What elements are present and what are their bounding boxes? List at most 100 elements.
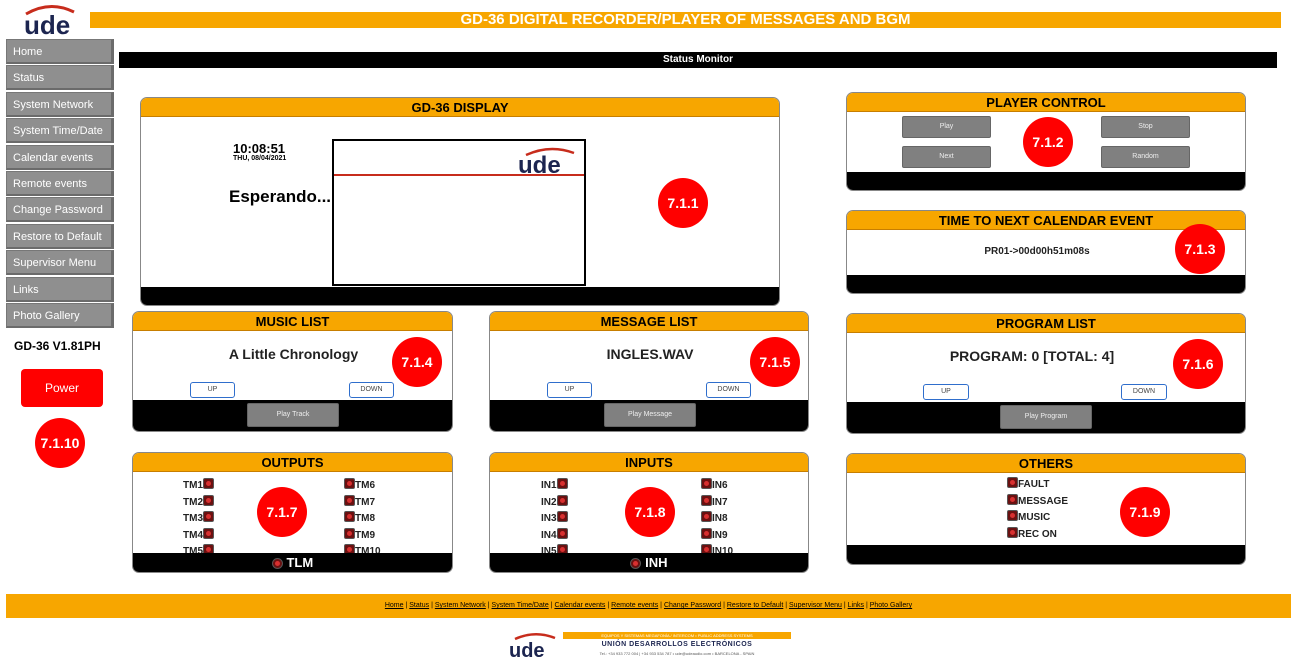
callout-badge-power: 7.1.10: [35, 418, 85, 468]
music-down-button[interactable]: DOWN: [349, 382, 394, 398]
screen-ude-logo: ude: [518, 147, 575, 175]
footer-company-name: UNIÓN DESARROLLOS ELECTRÓNICOS: [601, 641, 753, 648]
random-button[interactable]: Random: [1101, 146, 1190, 168]
indicator-label: IN1: [541, 480, 557, 491]
output-tm4: TM4: [183, 525, 214, 543]
sidebar-item-system-time-date[interactable]: System Time/Date: [6, 118, 114, 144]
status-led-icon: [701, 494, 712, 506]
sidebar-item-photo-gallery[interactable]: Photo Gallery: [6, 302, 114, 328]
outputs-footer: TLM: [133, 553, 452, 572]
input-in4: IN4: [541, 525, 568, 543]
output-tm7: TM7: [344, 492, 375, 510]
other-music: MUSIC: [1007, 507, 1050, 525]
callout-badge-others: 7.1.9: [1120, 487, 1170, 537]
status-monitor-bar: Status Monitor: [119, 52, 1277, 68]
callout-badge-program: 7.1.6: [1173, 339, 1223, 389]
sidebar-item-links[interactable]: Links: [6, 276, 114, 302]
indicator-label: IN3: [541, 513, 557, 524]
callout-badge-next-event: 7.1.3: [1175, 224, 1225, 274]
music-up-button[interactable]: UP: [190, 382, 235, 398]
footer-link-remote-events[interactable]: Remote events: [611, 602, 658, 609]
firmware-version: GD-36 V1.81PH: [14, 339, 101, 353]
play-program-button[interactable]: Play Program: [1000, 405, 1092, 429]
status-led-icon: [556, 511, 568, 523]
footer-company-contact: Tel.: +34 933 772 004 | +34 933 534 787 …: [599, 651, 755, 656]
indicator-label: IN6: [712, 480, 728, 491]
input-in9: IN9: [701, 525, 728, 543]
play-message-button[interactable]: Play Message: [604, 403, 696, 427]
indicator-label: FAULT: [1018, 479, 1050, 490]
others-title: OTHERS: [847, 454, 1245, 473]
ude-logo: ude: [24, 5, 75, 38]
status-led-icon: [1007, 526, 1018, 538]
play-button[interactable]: Play: [902, 116, 991, 138]
sidebar-item-restore-default[interactable]: Restore to Default: [6, 223, 114, 249]
program-down-button[interactable]: DOWN: [1121, 384, 1167, 400]
svg-text:ude: ude: [24, 10, 70, 38]
status-led-icon: [203, 511, 214, 523]
sidebar-item-system-network[interactable]: System Network: [6, 91, 114, 117]
status-led-icon: [1007, 477, 1018, 489]
footer-link-links[interactable]: Links: [848, 602, 864, 609]
music-list-title: MUSIC LIST: [133, 312, 452, 331]
program-up-button[interactable]: UP: [923, 384, 969, 400]
display-status-text: Esperando...: [229, 187, 332, 206]
input-in6: IN6: [701, 475, 728, 493]
footer-link-system-network[interactable]: System Network: [435, 602, 486, 609]
sidebar-item-home[interactable]: Home: [6, 39, 114, 64]
program-list-footer: Play Program: [847, 402, 1245, 433]
sidebar-nav: Home Status System Network System Time/D…: [6, 39, 114, 329]
status-led-icon: [344, 527, 355, 539]
status-led-icon: [344, 511, 355, 523]
footer-link-system-time-date[interactable]: System Time/Date: [492, 602, 549, 609]
footer-link-supervisor-menu[interactable]: Supervisor Menu: [789, 602, 842, 609]
stop-button[interactable]: Stop: [1101, 116, 1190, 138]
power-button[interactable]: Power: [21, 369, 103, 407]
footer-link-home[interactable]: Home: [385, 602, 404, 609]
callout-badge-music: 7.1.4: [392, 337, 442, 387]
indicator-label: TM8: [355, 513, 375, 524]
sidebar-item-calendar-events[interactable]: Calendar events: [6, 144, 114, 170]
display-time: 10:08:51: [233, 141, 286, 156]
status-led-icon: [556, 478, 568, 490]
indicator-label: TM6: [355, 480, 375, 491]
svg-text:ude: ude: [518, 152, 561, 175]
sidebar-item-remote-events[interactable]: Remote events: [6, 170, 114, 196]
callout-badge-display: 7.1.1: [658, 178, 708, 228]
sidebar-item-supervisor-menu[interactable]: Supervisor Menu: [6, 250, 114, 276]
music-list-footer: Play Track: [133, 400, 452, 431]
sidebar-item-status[interactable]: Status: [6, 65, 114, 91]
indicator-label: IN7: [712, 496, 728, 508]
program-list-title: PROGRAM LIST: [847, 314, 1245, 333]
other-rec-on: REC ON: [1007, 524, 1057, 542]
footer-link-change-password[interactable]: Change Password: [664, 602, 721, 609]
status-led-icon: [203, 527, 214, 539]
current-program: PROGRAM: 0 [TOTAL: 4]: [949, 348, 1115, 364]
display-screen: ude: [332, 139, 586, 286]
other-fault: FAULT: [1007, 474, 1049, 492]
footer-link-status[interactable]: Status: [409, 602, 429, 609]
message-list-title: MESSAGE LIST: [490, 312, 808, 331]
output-tm6: TM6: [344, 475, 375, 493]
screen-divider: [334, 174, 584, 176]
footer-link-restore-to-default[interactable]: Restore to Default: [727, 602, 783, 609]
footer-company-logo: ude EQUIPOS Y SISTEMAS MEGAFONÍA / INTER…: [507, 631, 792, 659]
footer-link-photo-gallery[interactable]: Photo Gallery: [870, 602, 912, 609]
message-down-button[interactable]: DOWN: [706, 382, 751, 398]
footer-link-calendar-events[interactable]: Calendar events: [554, 602, 605, 609]
play-track-button[interactable]: Play Track: [247, 403, 339, 427]
output-tm1: TM1: [183, 475, 214, 493]
status-led-icon: [344, 478, 355, 490]
status-led-icon: [344, 494, 355, 506]
next-button[interactable]: Next: [902, 146, 991, 168]
indicator-label: REC ON: [1018, 528, 1057, 540]
inputs-title: INPUTS: [490, 453, 808, 472]
message-up-button[interactable]: UP: [547, 382, 592, 398]
status-led-icon: [701, 478, 712, 490]
footer-ude-logo: ude: [509, 633, 556, 659]
inh-indicator-icon: [630, 558, 642, 570]
outputs-title: OUTPUTS: [133, 453, 452, 472]
footer-company-tagline: EQUIPOS Y SISTEMAS MEGAFONÍA / INTERCOM …: [563, 632, 791, 639]
sidebar-item-change-password[interactable]: Change Password: [6, 197, 114, 223]
status-led-icon: [701, 511, 712, 523]
